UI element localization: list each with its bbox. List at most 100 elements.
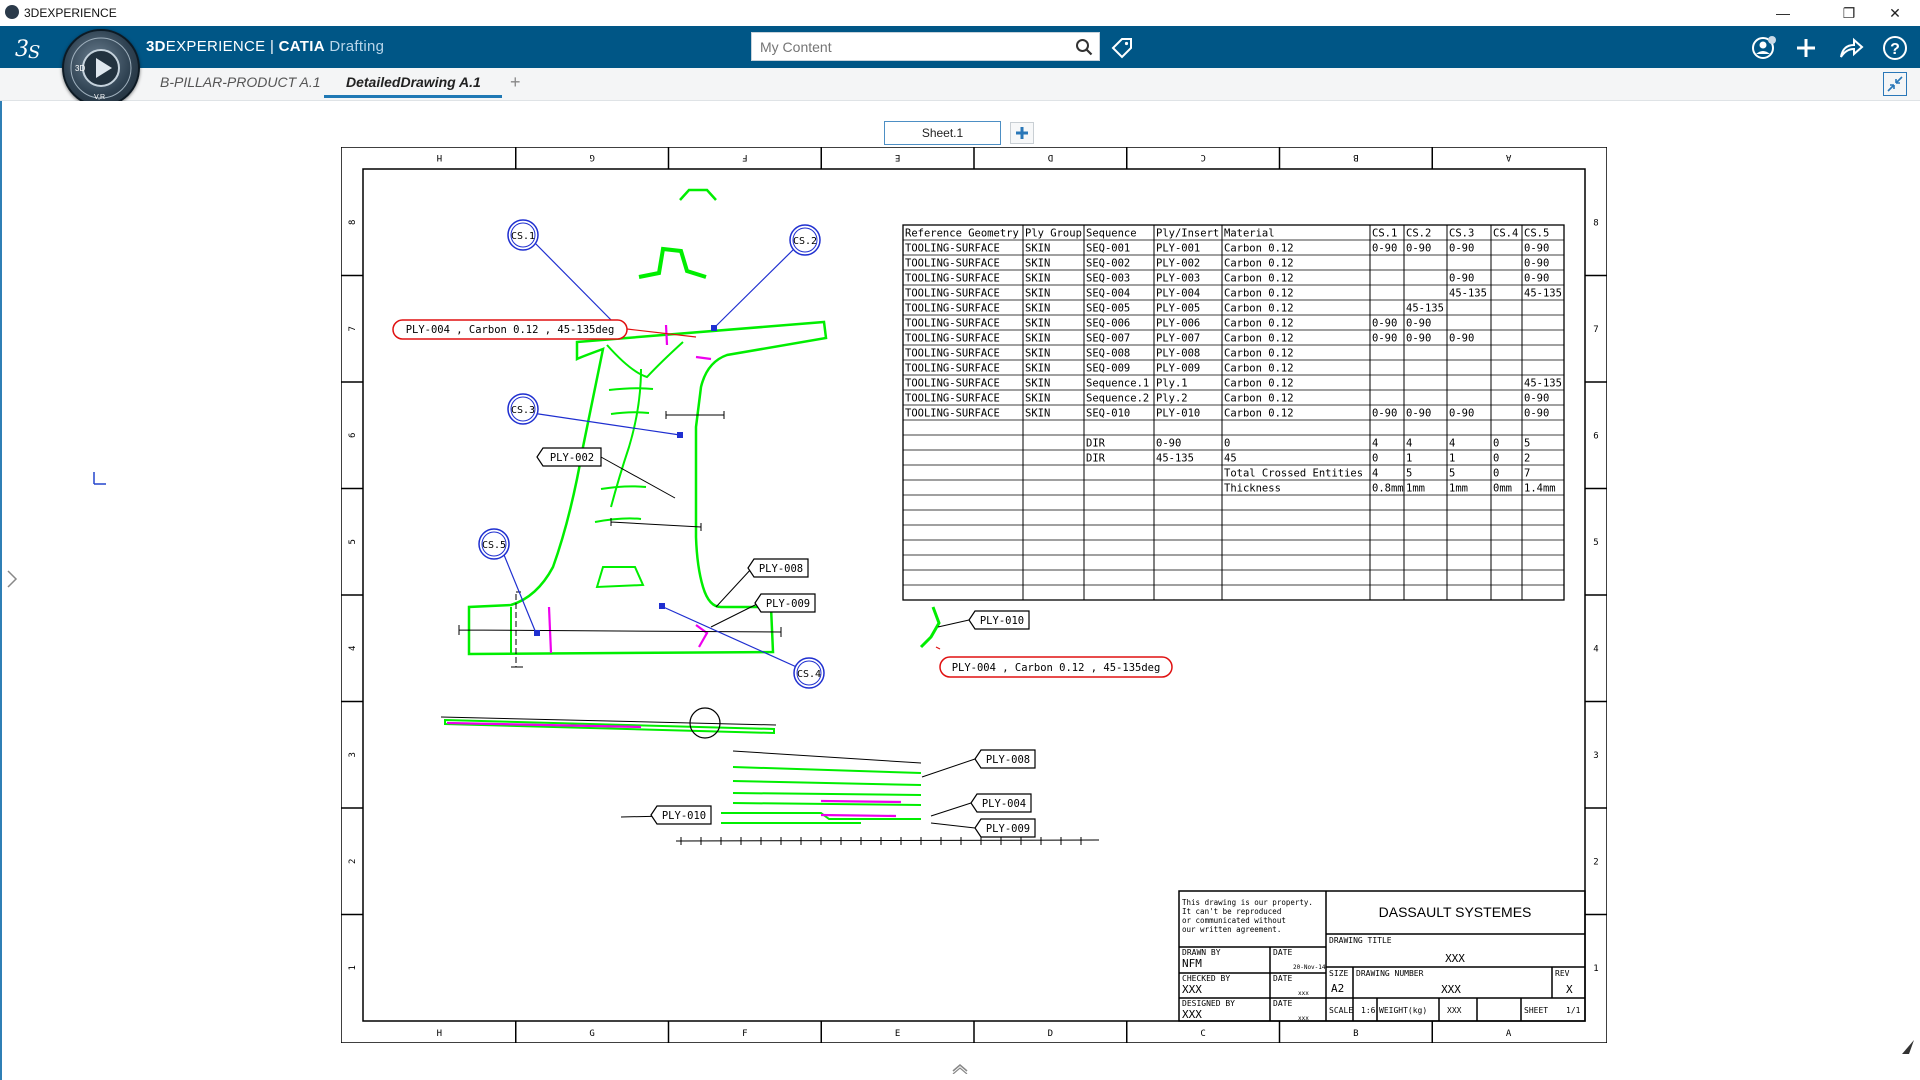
cs4-callout[interactable]: CS.4 bbox=[793, 657, 825, 689]
share-icon[interactable] bbox=[1836, 33, 1866, 63]
3ds-logo-icon[interactable]: 3S bbox=[14, 34, 48, 63]
tab-detailed-drawing[interactable]: DetailedDrawing A.1 bbox=[346, 74, 481, 90]
tag-label: PLY-008 bbox=[986, 754, 1030, 766]
table-cell: PLY-007 bbox=[1156, 333, 1200, 345]
table-cell: SKIN bbox=[1025, 258, 1050, 270]
table-cell: 0-90 bbox=[1406, 318, 1431, 330]
table-cell: SEQ-008 bbox=[1086, 348, 1130, 360]
tab-b-pillar-product[interactable]: B-PILLAR-PRODUCT A.1 bbox=[160, 74, 321, 90]
search-input[interactable] bbox=[752, 33, 1068, 60]
tag-ply010[interactable]: PLY-010 bbox=[968, 610, 1030, 630]
restore-button[interactable]: ❐ bbox=[1826, 0, 1872, 26]
table-cell: 0.8mm bbox=[1372, 483, 1404, 495]
table-cell: Ply.1 bbox=[1156, 378, 1188, 390]
row-number-left: 6 bbox=[348, 433, 358, 438]
table-cell: Carbon 0.12 bbox=[1224, 318, 1294, 330]
table-cell: 0 bbox=[1372, 453, 1378, 465]
minimize-button[interactable]: — bbox=[1760, 0, 1806, 26]
resize-corner-icon[interactable] bbox=[1900, 1036, 1916, 1056]
cs3-callout[interactable]: CS.3 bbox=[507, 393, 539, 425]
weight-label: WEIGHT(kg) bbox=[1379, 1006, 1427, 1015]
notice-line-2: It can't be reproduced bbox=[1182, 907, 1281, 916]
column-letter-top: C bbox=[1200, 152, 1205, 162]
expand-panel-icon[interactable] bbox=[6, 569, 18, 589]
add-icon[interactable] bbox=[1791, 33, 1821, 63]
drawing-sheet[interactable]: H H G G F F E E D D C C B B A A 8 8 7 7 6 6 5 5 4 4 3 3 2 2 1 1 Referen… bbox=[341, 147, 1607, 1043]
date3-value: xxx bbox=[1298, 1015, 1309, 1022]
collapse-icon[interactable] bbox=[1883, 72, 1907, 96]
table-header-cell: CS.2 bbox=[1406, 228, 1431, 240]
add-sheet-button[interactable] bbox=[1010, 122, 1034, 144]
cs1-callout[interactable]: CS.1 bbox=[507, 219, 539, 251]
svg-text:3: 3 bbox=[15, 37, 29, 62]
table-cell: PLY-006 bbox=[1156, 318, 1200, 330]
tag-ply009[interactable]: PLY-009 bbox=[754, 593, 816, 613]
table-cell: 0-90 bbox=[1406, 333, 1431, 345]
search-icon[interactable] bbox=[1075, 38, 1093, 56]
table-cell: 7 bbox=[1524, 468, 1530, 480]
column-letter-bottom: D bbox=[1048, 1029, 1053, 1039]
table-cell: SKIN bbox=[1025, 333, 1050, 345]
tag-icon[interactable] bbox=[1110, 36, 1134, 60]
svg-text:S: S bbox=[28, 42, 40, 62]
table-cell: DIR bbox=[1086, 453, 1106, 465]
date2-value: xxx bbox=[1298, 990, 1309, 997]
tag-ply008-bottom[interactable]: PLY-008 bbox=[974, 749, 1036, 769]
table-cell: Ply.2 bbox=[1156, 393, 1188, 405]
cs2-callout[interactable]: CS.2 bbox=[789, 224, 821, 256]
column-letter-bottom: A bbox=[1506, 1029, 1512, 1039]
drawing-number-label: DRAWING NUMBER bbox=[1356, 969, 1424, 978]
rev-label: REV bbox=[1555, 969, 1570, 978]
table-cell: TOOLING-SURFACE bbox=[905, 288, 1000, 300]
brand-separator: | bbox=[265, 38, 279, 55]
help-icon[interactable]: ? bbox=[1880, 33, 1910, 63]
sheet-label: SHEET bbox=[1524, 1006, 1548, 1015]
table-cell: Total Crossed Entities bbox=[1224, 468, 1363, 480]
table-cell: 0-90 bbox=[1524, 243, 1549, 255]
table-cell: SKIN bbox=[1025, 303, 1050, 315]
tag-ply009-bottom[interactable]: PLY-009 bbox=[974, 818, 1036, 838]
row-number-left: 2 bbox=[348, 859, 358, 864]
column-letter-top: G bbox=[589, 152, 594, 162]
brand-app-name: Drafting bbox=[329, 38, 385, 55]
tag-label: PLY-009 bbox=[986, 823, 1030, 835]
scale-value: 1:6 bbox=[1361, 1006, 1376, 1015]
user-icon[interactable] bbox=[1749, 33, 1779, 63]
tag-ply008[interactable]: PLY-008 bbox=[747, 558, 809, 578]
brand-catia: CATIA bbox=[278, 38, 325, 55]
table-cell: 1mm bbox=[1449, 483, 1468, 495]
table-cell: SEQ-001 bbox=[1086, 243, 1130, 255]
search-box[interactable] bbox=[751, 32, 1100, 61]
tag-ply002[interactable]: PLY-002 bbox=[536, 447, 602, 467]
table-cell: 0-90 bbox=[1449, 333, 1474, 345]
rev-value: X bbox=[1566, 983, 1573, 996]
size-value: A2 bbox=[1331, 982, 1344, 995]
tag-ply004-bottom[interactable]: PLY-004 bbox=[970, 793, 1032, 813]
table-cell: TOOLING-SURFACE bbox=[905, 273, 1000, 285]
table-cell: 0-90 bbox=[1406, 408, 1431, 420]
checked-by-value: XXX bbox=[1182, 983, 1202, 996]
sheet-tab[interactable]: Sheet.1 bbox=[884, 121, 1001, 145]
close-button[interactable]: ✕ bbox=[1872, 0, 1918, 26]
compass-play-icon[interactable]: 3D V,R bbox=[62, 29, 140, 107]
window-titlebar: 3DEXPERIENCE — ❐ ✕ bbox=[0, 0, 1920, 26]
scale-label: SCALE bbox=[1329, 1006, 1353, 1015]
row-number-right: 5 bbox=[1593, 538, 1598, 548]
column-letter-top: A bbox=[1505, 152, 1511, 162]
cs5-callout[interactable]: CS.5 bbox=[478, 528, 510, 560]
table-cell: Carbon 0.12 bbox=[1224, 348, 1294, 360]
table-cell: 5 bbox=[1406, 468, 1412, 480]
expand-bottom-icon[interactable] bbox=[950, 1060, 970, 1074]
date-value: 20-Nov-14 bbox=[1293, 964, 1326, 971]
row-number-right: 2 bbox=[1593, 857, 1598, 867]
row-number-left: 4 bbox=[348, 646, 358, 651]
add-tab-button[interactable]: + bbox=[510, 72, 521, 93]
tag-label: PLY-010 bbox=[662, 810, 706, 822]
table-header-cell: CS.3 bbox=[1449, 228, 1474, 240]
table-cell: Carbon 0.12 bbox=[1224, 333, 1294, 345]
column-letter-bottom: C bbox=[1200, 1029, 1205, 1039]
tag-label: PLY-004 bbox=[982, 798, 1026, 810]
table-header-cell: Sequence bbox=[1086, 228, 1137, 240]
tag-ply010-bottom[interactable]: PLY-010 bbox=[650, 805, 712, 825]
table-header-cell: CS.1 bbox=[1372, 228, 1397, 240]
